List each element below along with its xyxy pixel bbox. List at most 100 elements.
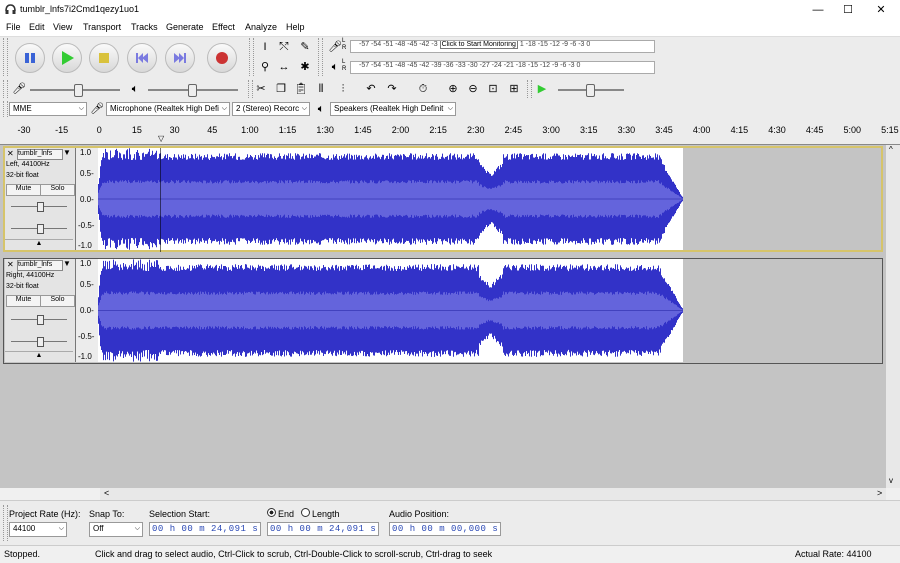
project-rate-label: Project Rate (Hz): bbox=[9, 509, 81, 519]
trim-icon[interactable]: ⫴ bbox=[312, 81, 330, 97]
track-menu-arrow-icon[interactable]: ▼ bbox=[63, 148, 71, 157]
recording-device-select[interactable]: Microphone (Realtek High Defi ⌵ bbox=[106, 102, 230, 116]
paste-icon[interactable]: 📋︎ bbox=[292, 81, 310, 97]
audio-position-field[interactable]: 00 h 00 m 00,000 s bbox=[389, 522, 501, 536]
play-at-speed-icon[interactable]: ▶ bbox=[533, 81, 551, 97]
fit-selection-icon[interactable]: ⊡ bbox=[484, 81, 502, 97]
menu-analyze[interactable]: Analyze bbox=[245, 22, 277, 32]
recording-volume-slider[interactable] bbox=[30, 84, 120, 97]
record-meter[interactable]: -57 -54 -51 -48 -45 -42 -3 Click to Star… bbox=[350, 40, 655, 53]
slider-thumb[interactable] bbox=[37, 315, 44, 325]
scroll-down-icon[interactable]: v bbox=[889, 476, 893, 485]
menu-generate[interactable]: Generate bbox=[166, 22, 204, 32]
slider-thumb[interactable] bbox=[37, 202, 44, 212]
solo-button[interactable]: Solo bbox=[40, 184, 75, 196]
toolbar-grip[interactable] bbox=[3, 38, 8, 76]
timeshift-tool-icon[interactable]: ↔ bbox=[275, 59, 293, 75]
collapse-track-icon[interactable]: ▲ bbox=[5, 239, 73, 250]
track-name-button[interactable]: tumblr_lnfs bbox=[17, 260, 63, 271]
waveform-left[interactable] bbox=[98, 148, 881, 250]
close-track-icon[interactable]: ✕ bbox=[7, 149, 14, 158]
project-rate-select[interactable]: 44100 ⌵ bbox=[9, 522, 67, 537]
copy-icon[interactable]: ❐ bbox=[272, 81, 290, 97]
record-meter-prompt[interactable]: Click to Start Monitoring bbox=[439, 41, 518, 49]
toolbar-grip[interactable] bbox=[318, 38, 323, 76]
ruler-tick-label: 1:45 bbox=[354, 125, 372, 135]
undo-icon[interactable]: ↶ bbox=[362, 81, 380, 97]
toolbar-grip[interactable] bbox=[3, 505, 8, 541]
menu-edit[interactable]: Edit bbox=[29, 22, 45, 32]
close-button[interactable]: ✕ bbox=[866, 2, 896, 18]
envelope-tool-icon[interactable]: ⤲ bbox=[275, 39, 293, 55]
menu-file[interactable]: File bbox=[6, 22, 21, 32]
length-radio[interactable] bbox=[301, 508, 310, 517]
slider-thumb[interactable] bbox=[37, 224, 44, 234]
minimize-button[interactable]: — bbox=[803, 2, 833, 18]
channels-select[interactable]: 2 (Stereo) Recorc ⌵ bbox=[232, 102, 310, 116]
slider-thumb[interactable] bbox=[188, 84, 197, 97]
multi-tool-icon[interactable]: ✱ bbox=[296, 59, 314, 75]
timeline-ruler[interactable]: -30 -15 0 15 30 45 1:00 1:15 1:30 1:45 2:00 2:15 2:3… bbox=[0, 120, 900, 145]
vertical-scale[interactable]: 1.0 0.5- 0.0- -0.5- -1.0 bbox=[76, 259, 98, 362]
vertical-scale[interactable]: 1.0 0.5- 0.0- -0.5- -1.0 bbox=[76, 148, 98, 250]
playback-device-select[interactable]: Speakers (Realtek High Definit ⌵ bbox=[330, 102, 456, 116]
menu-effect[interactable]: Effect bbox=[212, 22, 235, 32]
scroll-right-icon[interactable]: > bbox=[877, 488, 882, 498]
zoom-out-icon[interactable]: ⊖ bbox=[464, 81, 482, 97]
zoom-tool-icon[interactable]: ⚲ bbox=[256, 59, 274, 75]
audio-host-select[interactable]: MME ⌵ bbox=[9, 102, 87, 116]
gain-slider[interactable] bbox=[11, 315, 67, 325]
slider-thumb[interactable] bbox=[74, 84, 83, 97]
pause-button[interactable] bbox=[15, 43, 45, 73]
scale-label: -0.5- bbox=[78, 332, 95, 341]
pan-slider[interactable] bbox=[11, 337, 67, 347]
snap-to-select[interactable]: Off ⌵ bbox=[89, 522, 143, 537]
silence-icon[interactable]: ⫶ bbox=[334, 81, 352, 97]
collapse-track-icon[interactable]: ▲ bbox=[5, 351, 73, 362]
toolbar-grip[interactable] bbox=[3, 80, 8, 98]
cut-icon[interactable]: ✂ bbox=[252, 81, 270, 97]
play-speed-slider[interactable] bbox=[558, 84, 624, 97]
menu-transport[interactable]: Transport bbox=[83, 22, 121, 32]
zoom-in-icon[interactable]: ⊕ bbox=[444, 81, 462, 97]
scroll-up-icon[interactable]: ^ bbox=[889, 145, 893, 154]
scroll-left-icon[interactable]: < bbox=[104, 488, 109, 498]
slider-thumb[interactable] bbox=[37, 337, 44, 347]
toolbar-grip[interactable] bbox=[249, 38, 254, 76]
waveform-right[interactable] bbox=[98, 259, 881, 362]
mute-button[interactable]: Mute bbox=[6, 184, 41, 196]
speaker-volume-icon: 🔈︎ bbox=[131, 83, 139, 95]
toolbar-grip[interactable] bbox=[527, 80, 532, 98]
gain-slider[interactable] bbox=[11, 202, 67, 212]
selection-end-field[interactable]: 00 h 00 m 24,091 s bbox=[267, 522, 379, 536]
playback-volume-slider[interactable] bbox=[148, 84, 238, 97]
fit-project-icon[interactable]: ⊞ bbox=[505, 81, 523, 97]
horizontal-scrollbar[interactable]: < > bbox=[100, 488, 886, 500]
mute-button[interactable]: Mute bbox=[6, 295, 41, 307]
close-track-icon[interactable]: ✕ bbox=[7, 260, 14, 269]
stop-button[interactable] bbox=[89, 43, 119, 73]
pan-slider[interactable] bbox=[11, 224, 67, 234]
vertical-scrollbar[interactable]: ^ v bbox=[886, 145, 900, 488]
maximize-button[interactable]: ☐ bbox=[833, 2, 863, 18]
toolbar-grip[interactable] bbox=[3, 101, 8, 117]
solo-button[interactable]: Solo bbox=[40, 295, 75, 307]
track-name-button[interactable]: tumblr_lnfs bbox=[17, 149, 63, 160]
slider-thumb[interactable] bbox=[586, 84, 595, 97]
ruler-tick-label: 5:00 bbox=[843, 125, 862, 135]
menu-view[interactable]: View bbox=[53, 22, 72, 32]
redo-icon[interactable]: ↷ bbox=[383, 81, 401, 97]
menu-help[interactable]: Help bbox=[286, 22, 305, 32]
selection-tool-icon[interactable]: I bbox=[256, 39, 274, 55]
play-button[interactable] bbox=[52, 43, 82, 73]
sync-lock-icon[interactable]: ⏱ bbox=[414, 81, 432, 97]
skip-end-button[interactable] bbox=[165, 43, 195, 73]
record-button[interactable] bbox=[207, 43, 237, 73]
menu-tracks[interactable]: Tracks bbox=[131, 22, 158, 32]
track-menu-arrow-icon[interactable]: ▼ bbox=[63, 259, 71, 268]
selection-start-field[interactable]: 00 h 00 m 24,091 s bbox=[149, 522, 261, 536]
skip-start-button[interactable] bbox=[127, 43, 157, 73]
end-radio[interactable] bbox=[267, 508, 276, 517]
draw-tool-icon[interactable]: ✎ bbox=[296, 39, 314, 55]
playback-meter[interactable]: -57 -54 -51 -48 -45 -42 -39 -36 -33 -30 … bbox=[350, 61, 655, 74]
